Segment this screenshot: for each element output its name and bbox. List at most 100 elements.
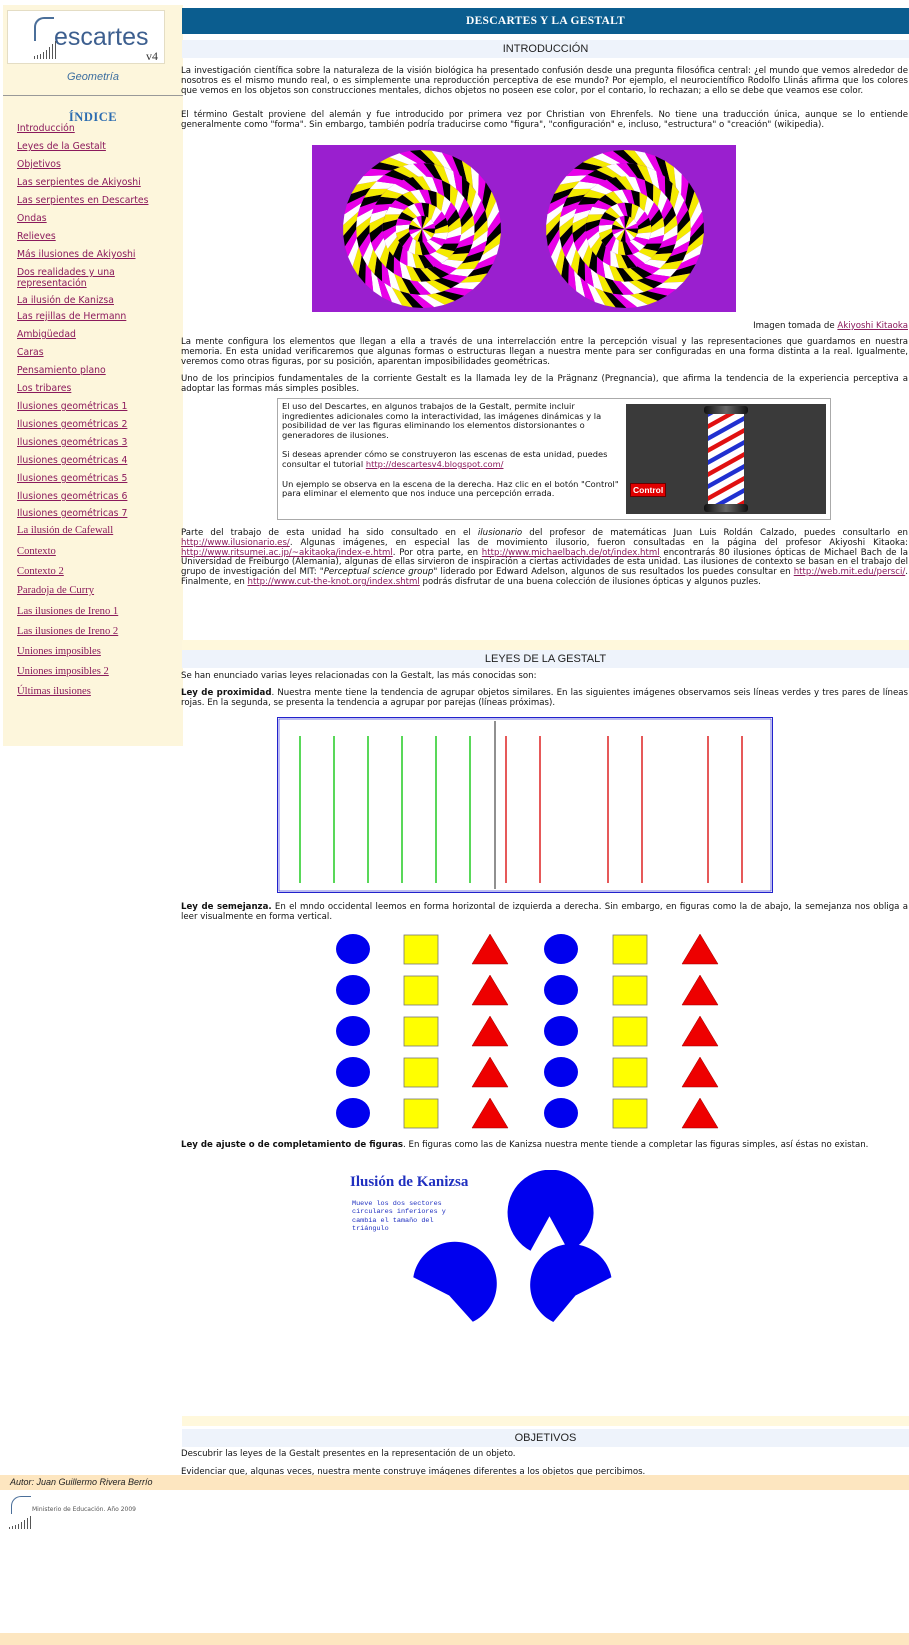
laws-lead: Se han enunciado varias leyes relacionad… [181, 671, 537, 681]
sidebar-link[interactable]: Más ilusiones de Akiyoshi [17, 249, 136, 260]
section-band [182, 640, 909, 650]
red-triangle [681, 934, 719, 965]
blue-circle [336, 934, 370, 964]
yellow-square [612, 934, 648, 965]
logo-d-curve [34, 17, 54, 41]
sidebar-link[interactable]: Ambigüedad [17, 329, 76, 340]
sidebar-link[interactable]: Las ilusiones de Ireno 2 [17, 626, 118, 637]
sidebar-link[interactable]: Uniones imposibles 2 [17, 666, 109, 677]
sidebar-link[interactable]: Contexto [17, 546, 56, 557]
barber-pole-scene[interactable]: Control [626, 404, 826, 514]
sidebar-link[interactable]: Objetivos [17, 159, 61, 170]
sidebar-link[interactable]: Ilusiones geométricas 4 [17, 455, 127, 466]
illusion-disk-left [343, 150, 501, 308]
intro-paragraph-3: La mente configura los elementos que lle… [181, 337, 908, 367]
section-heading-laws: LEYES DE LA GESTALT [182, 650, 909, 668]
rotating-snakes-illusion-image [312, 145, 736, 312]
sidebar-item: La ilusión de Kanizsa [17, 295, 179, 306]
sidebar-item: Las ilusiones de Ireno 2 [17, 626, 179, 637]
sidebar-item: Contexto [17, 546, 179, 557]
law-similarity-text: En el mndo occidental leemos en forma ho… [181, 902, 908, 922]
yellow-square [403, 1057, 439, 1088]
caption-link-akiyoshi[interactable]: Akiyoshi Kitaoka [837, 321, 908, 331]
sidebar-link[interactable]: Ilusiones geométricas 3 [17, 437, 127, 448]
red-triangle [471, 1056, 509, 1088]
red-triangle [681, 1056, 719, 1088]
sidebar-item: Ilusiones geométricas 1 [17, 401, 179, 412]
sidebar-link[interactable]: Las rejillas de Hermann [17, 311, 126, 322]
barber-pole-graphic [704, 404, 748, 512]
kanizsa-scene[interactable]: Ilusión de Kanizsa Mueve los dos sectore… [338, 1170, 658, 1353]
yellow-square [403, 1016, 439, 1047]
tutorial-link[interactable]: http://descartesv4.blogspot.com/ [366, 459, 504, 469]
yellow-square [403, 975, 439, 1006]
kanizsa-left-sector [413, 1241, 497, 1322]
sidebar-link[interactable]: Las ilusiones de Ireno 1 [17, 606, 118, 617]
sidebar-link[interactable]: Las serpientes en Descartes [17, 195, 148, 206]
footer-author: Autor: Juan Guillermo Rivera Berrío [0, 1475, 909, 1490]
caption-text: Imagen tomada de [753, 321, 838, 331]
red-triangle [471, 1097, 509, 1129]
sidebar-link[interactable]: Ilusiones geométricas 1 [17, 401, 127, 412]
sidebar-item: Últimas ilusiones [17, 686, 179, 697]
yellow-square [612, 1057, 648, 1088]
sidebar-item: Los tribares [17, 383, 179, 394]
sidebar-link[interactable]: Ilusiones geométricas 6 [17, 491, 127, 502]
logo-version: v4 [146, 49, 158, 63]
red-triangle [681, 1097, 719, 1129]
link-cut-the-knot[interactable]: http://www.cut-the-knot.org/index.shtml [248, 577, 420, 587]
sidebar-link[interactable]: Contexto 2 [17, 566, 64, 577]
sidebar-link[interactable]: Ilusiones geométricas 5 [17, 473, 127, 484]
blue-circle [544, 1057, 578, 1087]
sidebar-link[interactable]: La ilusión de Kanizsa [17, 295, 114, 306]
link-ilusionario[interactable]: http://www.ilusionario.es/ [181, 538, 290, 548]
sidebar-divider [3, 95, 183, 96]
sidebar-item: Las rejillas de Hermann [17, 311, 179, 322]
law-similarity: Ley de semejanza. En el mndo occidental … [181, 902, 908, 923]
law-proximity-title: Ley de proximidad [181, 688, 272, 698]
sidebar-item: Ilusiones geométricas 3 [17, 437, 179, 448]
link-mit-persci[interactable]: http://web.mit.edu/persci/ [794, 567, 906, 577]
yellow-square [612, 1016, 648, 1047]
law-closure: Ley de ajuste o de completamiento de fig… [181, 1140, 908, 1151]
sidebar-link[interactable]: Ilusiones geométricas 7 [17, 508, 127, 519]
sidebar: escartes v4 Geometría ÍNDICE Introducció… [3, 5, 183, 746]
yellow-square [403, 934, 439, 965]
p5-text-h: " liderado por Edward Adelson, algunos d… [433, 567, 794, 578]
sidebar-link[interactable]: Uniones imposibles [17, 646, 101, 657]
sidebar-link[interactable]: Últimas ilusiones [17, 686, 91, 697]
proximity-lines-graphic [278, 718, 772, 892]
p5-text-a: Parte del trabajo de esta unidad ha sido… [181, 528, 478, 538]
yellow-square [612, 1098, 648, 1129]
control-button[interactable]: Control [630, 483, 667, 497]
sidebar-link[interactable]: Paradoja de Curry [17, 585, 94, 596]
sidebar-item: Objetivos [17, 159, 179, 170]
yellow-square [403, 1098, 439, 1129]
blue-circle [336, 1016, 370, 1046]
sidebar-link[interactable]: Las serpientes de Akiyoshi [17, 177, 141, 188]
red-triangle [681, 1015, 719, 1047]
sidebar-item: Las serpientes de Akiyoshi [17, 177, 179, 188]
subject-label: Geometría [67, 71, 119, 83]
blue-circle [544, 1016, 578, 1046]
pole-stripe [708, 404, 744, 405]
blue-circle [336, 1098, 370, 1128]
sidebar-item: Ondas [17, 213, 179, 224]
sidebar-link[interactable]: Los tribares [17, 383, 71, 394]
sidebar-link[interactable]: Pensamiento plano [17, 365, 106, 376]
scene-panel-text: El uso del Descartes, en algunos trabajo… [282, 401, 620, 499]
scene-panel-p1: El uso del Descartes, en algunos trabajo… [282, 401, 602, 440]
sidebar-link[interactable]: Caras [17, 347, 44, 358]
sidebar-link[interactable]: Ondas [17, 213, 47, 224]
sidebar-link[interactable]: Leyes de la Gestalt [17, 141, 106, 152]
scene-panel-p3: Un ejemplo se observa en la escena de la… [282, 478, 619, 499]
sidebar-link[interactable]: Ilusiones geométricas 2 [17, 419, 127, 430]
law-closure-text: . En figuras como las de Kanizsa nuestra… [403, 1140, 869, 1150]
sidebar-link[interactable]: La ilusión de Cafewall [17, 525, 113, 536]
blue-circle [336, 1057, 370, 1087]
intro-paragraph-1: La investigación científica sobre la nat… [181, 66, 908, 96]
sidebar-link[interactable]: Dos realidades y una representación [17, 267, 115, 289]
sidebar-link[interactable]: Introducción [17, 123, 75, 134]
law-similarity-title: Ley de semejanza. [181, 902, 272, 912]
sidebar-link[interactable]: Relieves [17, 231, 56, 242]
